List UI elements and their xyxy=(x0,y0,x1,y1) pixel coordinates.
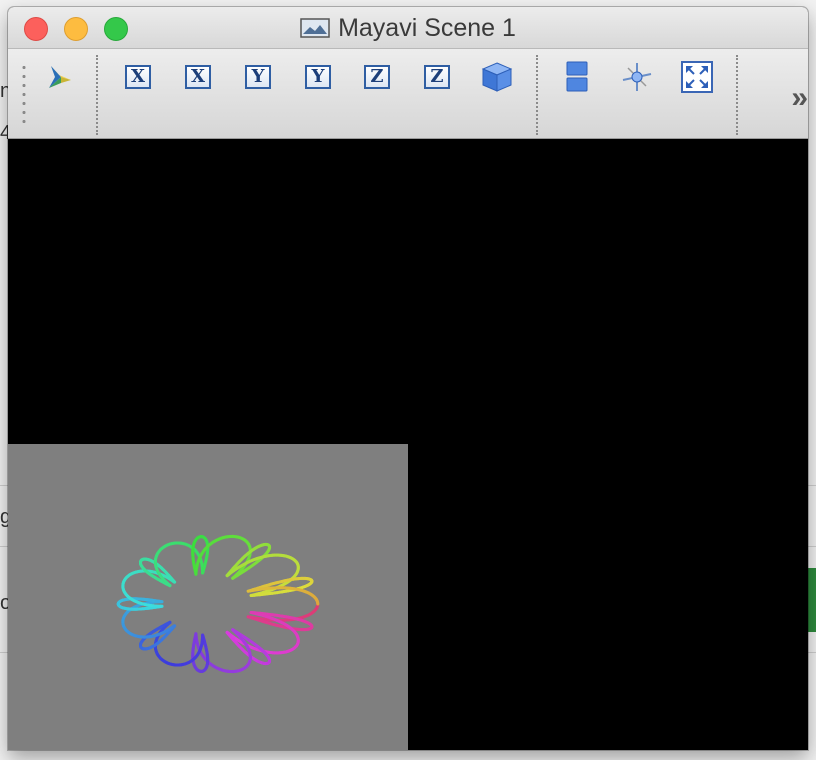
scene-toolbar: X X Y Y Z Z » xyxy=(8,49,808,139)
view-z-plus-button[interactable]: Z xyxy=(359,59,395,95)
axis-z-icon: Z xyxy=(364,65,390,89)
3d-render-viewport[interactable] xyxy=(8,139,808,750)
view-x-plus-button[interactable]: X xyxy=(120,59,156,95)
view-x-minus-button[interactable]: X xyxy=(180,59,216,95)
scene-window-icon xyxy=(300,18,330,38)
axis-y-icon: Y xyxy=(305,65,331,89)
mayavi-scene-window: Mayavi Scene 1 X X Y Y Z Z » xyxy=(8,7,808,750)
full-screen-button[interactable] xyxy=(679,59,715,95)
parallel-projection-button[interactable] xyxy=(559,59,595,95)
view-y-plus-button[interactable]: Y xyxy=(240,59,276,95)
view-z-minus-button[interactable]: Z xyxy=(419,59,455,95)
toolbar-separator xyxy=(96,55,98,135)
axis-x-icon: X xyxy=(125,65,151,89)
axes-icon xyxy=(622,63,652,91)
axis-y-icon: Y xyxy=(245,65,271,89)
view-y-minus-button[interactable]: Y xyxy=(300,59,336,95)
axis-z-icon: Z xyxy=(424,65,450,89)
toolbar-overflow-chevron-icon[interactable]: » xyxy=(791,81,808,115)
title-bar[interactable]: Mayavi Scene 1 xyxy=(8,7,808,49)
toolbar-separator xyxy=(536,55,538,135)
window-title: Mayavi Scene 1 xyxy=(338,13,516,42)
rainbow-tube-knot-render xyxy=(116,534,320,674)
toggle-axes-button[interactable] xyxy=(619,59,655,95)
cube-icon xyxy=(481,62,513,92)
isometric-view-button[interactable] xyxy=(479,59,515,95)
fullscreen-icon xyxy=(681,61,713,93)
toolbar-separator xyxy=(736,55,738,135)
scene-subview[interactable] xyxy=(8,444,408,750)
toolbar-grip-handle[interactable] xyxy=(22,63,26,123)
stack-icon xyxy=(566,61,588,92)
axis-x-icon: X xyxy=(185,65,211,89)
tripod-icon xyxy=(49,66,71,88)
mayavi-engine-button[interactable] xyxy=(40,59,76,95)
